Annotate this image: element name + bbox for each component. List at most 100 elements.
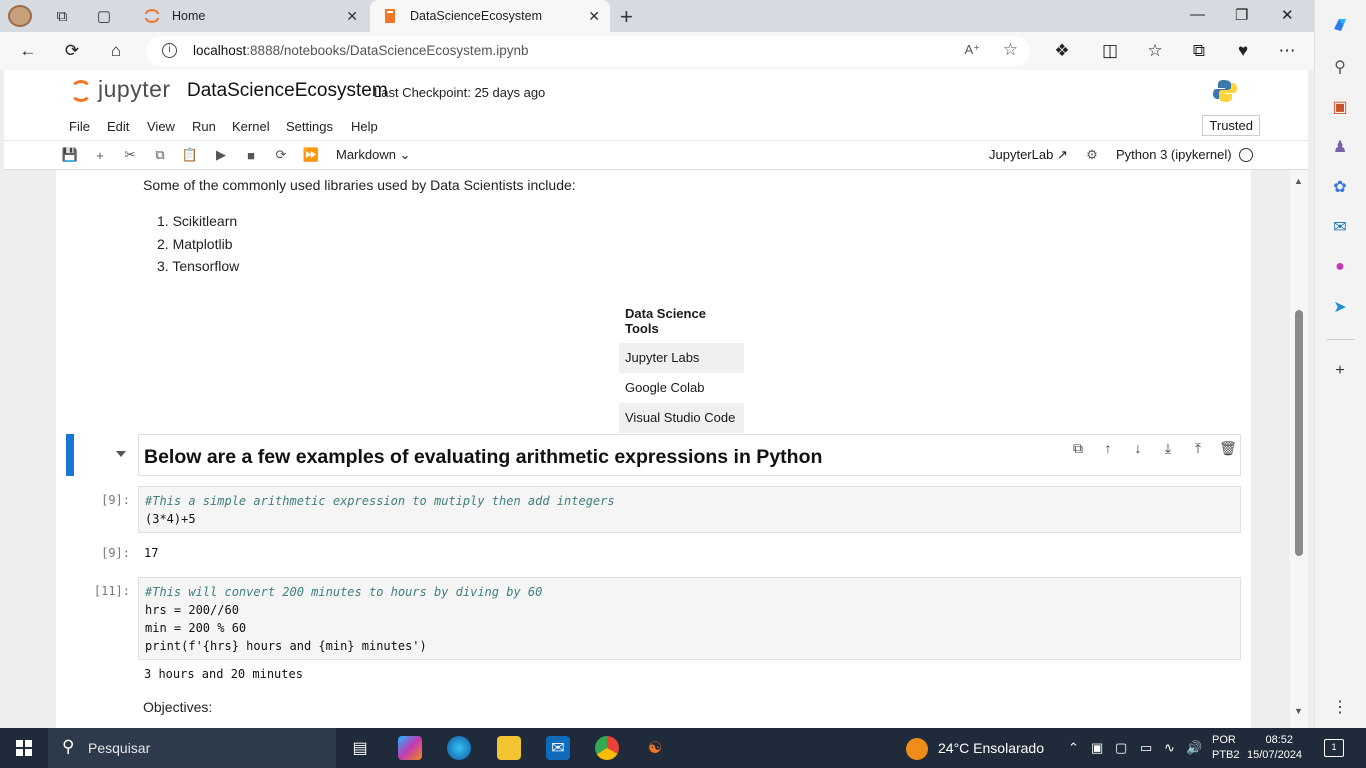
close-tab-icon[interactable]: ✕ (588, 8, 600, 25)
edge-app-icon[interactable] (447, 736, 471, 760)
jupyter-page: jupyter DataScienceEcosystem Last Checkp… (0, 70, 1314, 728)
code-cell[interactable]: #This a simple arithmetic expression to … (138, 486, 1241, 533)
designer-icon[interactable]: ● (1329, 256, 1351, 278)
code-cell[interactable]: #This will convert 200 minutes to hours … (138, 577, 1241, 660)
show-hidden-icons-icon[interactable]: ⌃ (1068, 740, 1079, 756)
copilot-app-icon[interactable] (398, 736, 422, 760)
weather-icon[interactable] (906, 738, 928, 760)
taskbar-search[interactable]: ⚲ Pesquisar (48, 728, 336, 768)
insert-above-icon[interactable]: ⤓ (1160, 440, 1176, 456)
jupyter-logo[interactable]: jupyter (68, 76, 178, 106)
task-view-icon[interactable]: ▤ (348, 736, 372, 760)
menu-help[interactable]: Help (351, 119, 378, 134)
insert-cell-icon[interactable]: + (92, 147, 108, 163)
menu-view[interactable]: View (147, 119, 175, 134)
meet-icon[interactable]: ▣ (1091, 740, 1103, 756)
file-explorer-icon[interactable] (497, 736, 521, 760)
search-icon[interactable]: ⚲ (1329, 56, 1351, 78)
cell-type-select[interactable]: Markdown ⌄ (336, 147, 411, 163)
microsoft365-icon[interactable]: ✿ (1329, 176, 1351, 198)
new-tab-icon[interactable]: + (620, 4, 633, 30)
interrupt-icon[interactable]: ■ (243, 147, 259, 163)
collections-icon[interactable]: ⧉ (1187, 40, 1211, 62)
kernel-name[interactable]: Python 3 (ipykernel) (1116, 147, 1232, 162)
input-prompt: [11]: (93, 584, 130, 598)
run-all-icon[interactable]: ⏩ (303, 147, 319, 163)
settings-more-icon[interactable]: ⋯ (1275, 40, 1299, 62)
tab-actions-icon[interactable]: ▢ (94, 6, 114, 26)
debugger-icon[interactable]: ⚙ (1084, 147, 1100, 163)
outlook-icon[interactable]: ✉ (1329, 216, 1351, 238)
menu-run[interactable]: Run (192, 119, 216, 134)
volume-icon[interactable]: 🔊 (1186, 740, 1202, 756)
weather-text[interactable]: 24°C Ensolarado (938, 740, 1044, 756)
games-icon[interactable]: ♟ (1329, 136, 1351, 158)
jupyterlab-link[interactable]: JupyterLab ↗ (989, 147, 1068, 163)
run-icon[interactable]: ▶ (213, 147, 229, 163)
sidebar-settings-icon[interactable]: ⋮ (1329, 696, 1351, 718)
tab-datascienceecosystem[interactable]: DataScienceEcosystem ✕ (370, 0, 610, 32)
scroll-up-icon[interactable]: ▲ (1294, 176, 1303, 186)
cut-icon[interactable]: ✂ (122, 147, 138, 163)
copilot-icon[interactable] (1329, 14, 1351, 36)
home-icon[interactable]: ⌂ (104, 40, 128, 62)
read-aloud-icon[interactable]: A⁺ (964, 42, 980, 58)
close-tab-icon[interactable]: ✕ (346, 8, 358, 25)
save-icon[interactable]: 💾 (62, 147, 78, 163)
restore-icon[interactable]: ❐ (1235, 6, 1248, 24)
add-sidebar-app-icon[interactable]: + (1329, 360, 1351, 382)
chrome-app-icon[interactable] (595, 736, 619, 760)
paste-icon[interactable]: 📋 (182, 147, 198, 163)
address-toolbar: ← ⟳ ⌂ i localhost:8888/notebooks/DataSci… (0, 32, 1314, 70)
notebook-title[interactable]: DataScienceEcosystem (187, 80, 388, 102)
scroll-down-icon[interactable]: ▼ (1294, 706, 1303, 716)
browser-essentials-icon[interactable]: ♥ (1231, 40, 1255, 62)
tools-icon[interactable]: ▣ (1329, 96, 1351, 118)
back-icon[interactable]: ← (16, 40, 40, 62)
notebook-toolbar: 💾 + ✂ ⧉ 📋 ▶ ■ ⟳ ⏩ Markdown ⌄ JupyterLab … (4, 140, 1308, 170)
refresh-icon[interactable]: ⟳ (60, 40, 84, 62)
menu-edit[interactable]: Edit (107, 119, 129, 134)
notifications-icon[interactable]: 1 (1324, 739, 1344, 757)
menu-kernel[interactable]: Kernel (232, 119, 270, 134)
insert-below-icon[interactable]: ⤒ (1190, 440, 1206, 456)
table-cell: Visual Studio Code (619, 403, 744, 433)
move-up-icon[interactable]: ↑ (1100, 440, 1116, 456)
url-text[interactable]: localhost:8888/notebooks/DataScienceEcos… (193, 43, 528, 58)
send-icon[interactable]: ➤ (1329, 296, 1351, 318)
address-bar[interactable]: i localhost:8888/notebooks/DataScienceEc… (146, 36, 1030, 66)
jupyter-app-icon[interactable]: ☯ (643, 736, 667, 760)
display-icon[interactable]: ▢ (1115, 740, 1127, 756)
favorites-icon[interactable]: ☆ (1143, 40, 1167, 62)
minimize-icon[interactable]: — (1190, 6, 1205, 23)
site-info-icon[interactable]: i (162, 43, 177, 58)
duplicate-cell-icon[interactable]: ⧉ (1070, 440, 1086, 456)
trusted-indicator[interactable]: Trusted (1202, 115, 1260, 136)
move-down-icon[interactable]: ↓ (1130, 440, 1146, 456)
menu-file[interactable]: File (69, 119, 90, 134)
restart-icon[interactable]: ⟳ (273, 147, 289, 163)
input-language[interactable]: POR PTB2 (1212, 733, 1240, 763)
battery-icon[interactable]: ▭ (1140, 740, 1152, 756)
split-screen-icon[interactable]: ◫ (1098, 40, 1122, 62)
collapse-heading-icon[interactable] (116, 451, 126, 457)
wifi-icon[interactable]: ∿ (1164, 740, 1175, 756)
clock[interactable]: 08:52 15/07/2024 (1247, 733, 1302, 763)
extensions-icon[interactable]: ❖ (1050, 40, 1074, 62)
code-line: #This a simple arithmetic expression to … (145, 494, 615, 508)
copy-icon[interactable]: ⧉ (152, 147, 168, 163)
jupyter-menubar: File Edit View Run Kernel Settings Help … (4, 112, 1308, 140)
workspaces-icon[interactable]: ⧉ (52, 6, 72, 26)
close-window-icon[interactable]: ✕ (1281, 6, 1294, 24)
menu-settings[interactable]: Settings (286, 119, 333, 134)
favorite-star-icon[interactable]: ☆ (1003, 40, 1018, 60)
library-item: 2. Matplotlib (157, 236, 233, 252)
profile-avatar[interactable] (8, 5, 32, 27)
start-icon[interactable] (16, 740, 32, 756)
delete-cell-icon[interactable]: 🗑 (1219, 440, 1237, 456)
table-cell: Jupyter Labs (619, 343, 744, 373)
tab-home[interactable]: Home ✕ (132, 0, 368, 32)
scrollbar-thumb[interactable] (1295, 310, 1303, 556)
notebook-scrollbar[interactable]: ▲ ▼ (1290, 170, 1308, 728)
mail-app-icon[interactable]: ✉ (546, 736, 570, 760)
